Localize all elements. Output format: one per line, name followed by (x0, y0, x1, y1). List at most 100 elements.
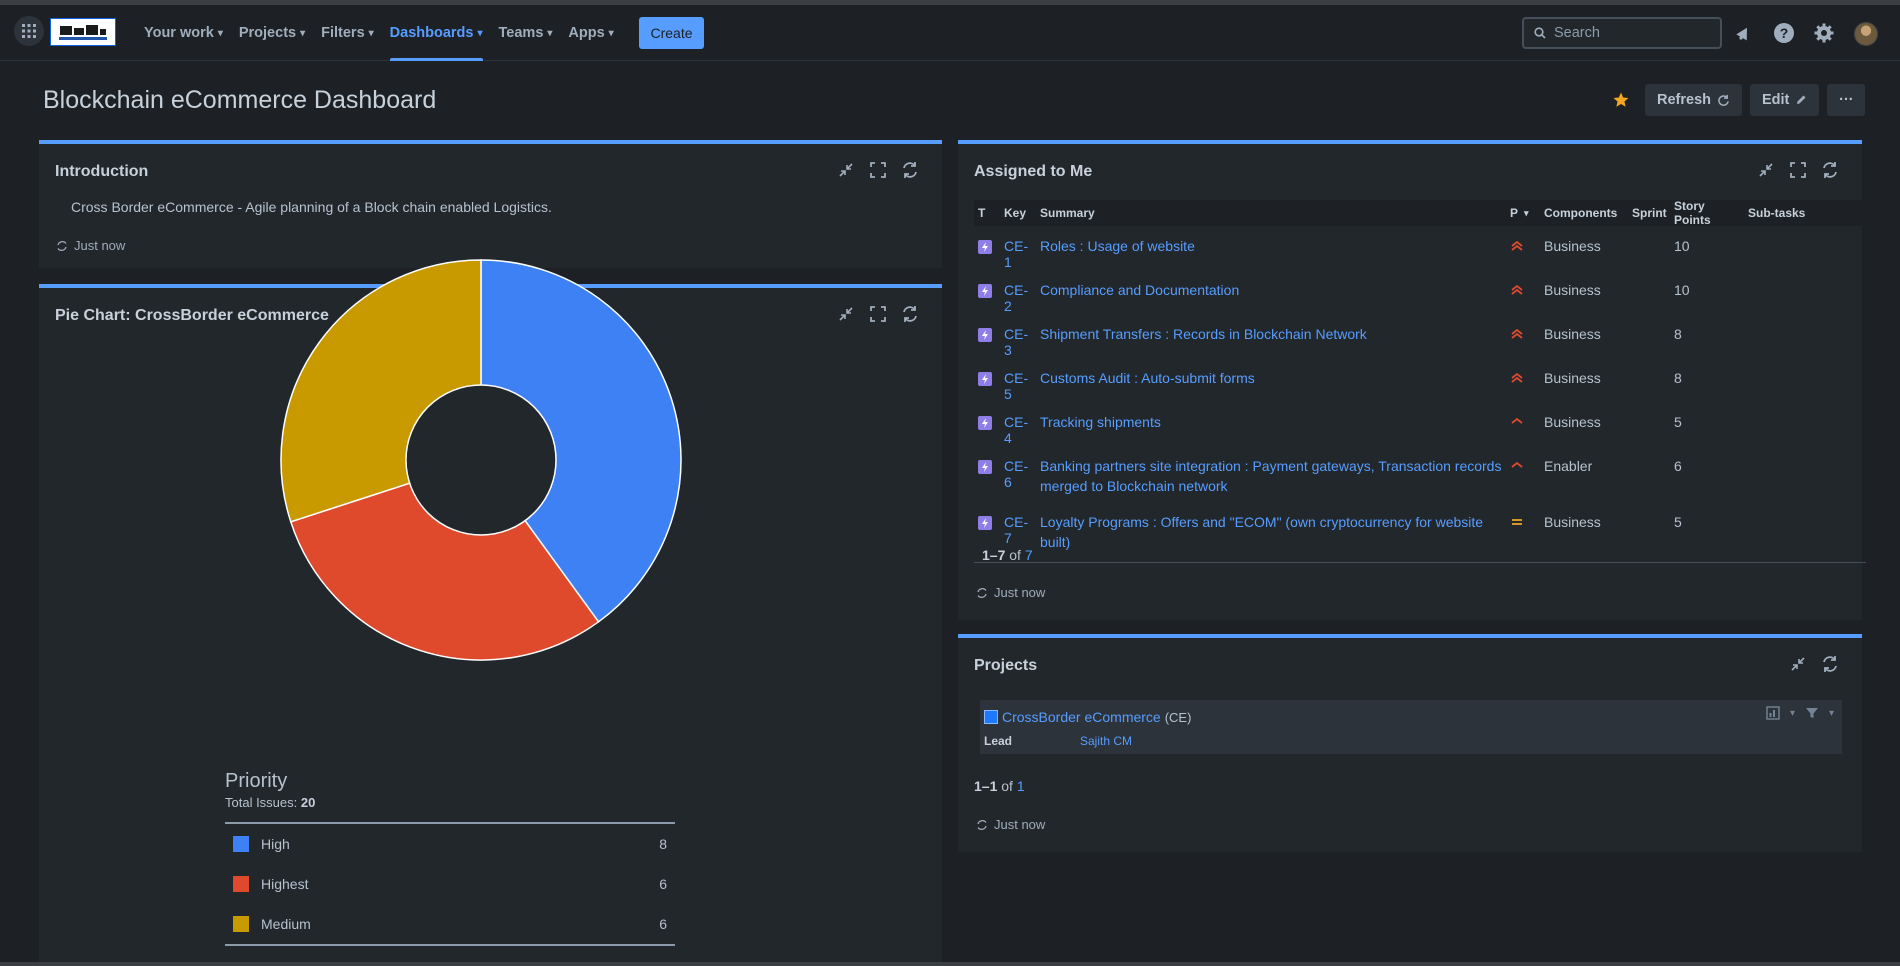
last-refreshed: Just now (56, 238, 125, 253)
issue-key-link[interactable]: CE-6 (1000, 458, 1036, 490)
issue-summary-link[interactable]: Roles : Usage of website (1036, 236, 1506, 256)
chevron-down-icon: ▾ (368, 27, 374, 39)
chevron-down-icon[interactable]: ▾ (1829, 708, 1834, 719)
issue-key-link[interactable]: CE-5 (1000, 370, 1036, 402)
lead-link[interactable]: Sajith CM (1080, 734, 1132, 748)
filter-icon[interactable] (1805, 706, 1819, 720)
column-header[interactable]: T (974, 206, 1000, 220)
table-row[interactable]: CE-4 Tracking shipments Business 5 (974, 402, 1866, 446)
issue-key-link[interactable]: CE-7 (1000, 514, 1036, 546)
column-header[interactable]: Sub-tasks (1744, 206, 1844, 220)
minimize-icon[interactable] (1788, 654, 1808, 674)
star-icon[interactable] (1605, 84, 1637, 116)
minimize-icon[interactable] (1756, 160, 1776, 180)
updated-text: Just now (74, 238, 126, 253)
issue-key-link[interactable]: CE-4 (1000, 414, 1036, 446)
search-box[interactable] (1522, 17, 1722, 49)
table-row[interactable]: CE-6 Banking partners site integration : … (974, 446, 1866, 502)
top-navigation: Your work ▾ Projects ▾ Filters ▾ Dashboards… (0, 5, 1900, 61)
table-row[interactable]: CE-3 Shipment Transfers : Records in Bloc… (974, 314, 1866, 358)
nav-teams[interactable]: Teams ▾ (491, 5, 561, 61)
column-header[interactable]: Summary (1036, 206, 1506, 220)
column-header[interactable]: Sprint (1628, 206, 1670, 220)
refresh-icon[interactable] (1820, 654, 1840, 674)
nav-filters[interactable]: Filters ▾ (313, 5, 382, 61)
issue-summary-link[interactable]: Shipment Transfers : Records in Blockcha… (1036, 324, 1506, 344)
issue-summary-link[interactable]: Compliance and Documentation (1036, 280, 1506, 300)
project-avatar-icon (984, 710, 998, 724)
refresh-icon[interactable] (1820, 160, 1840, 180)
component-cell: Business (1544, 326, 1601, 342)
settings-icon[interactable] (1812, 21, 1836, 45)
avatar[interactable] (1854, 22, 1878, 46)
sort-chevron-icon: ▾ (1524, 207, 1529, 218)
priority-highest-icon (1506, 326, 1540, 344)
issue-summary-link[interactable]: Tracking shipments (1036, 412, 1506, 432)
refresh-icon[interactable] (900, 304, 920, 324)
nav-your-work[interactable]: Your work ▾ (136, 5, 231, 61)
more-actions-button[interactable]: ··· (1827, 84, 1866, 116)
create-button[interactable]: Create (639, 17, 704, 49)
column-header[interactable]: Key (1000, 206, 1036, 220)
issue-summary-link[interactable]: Loyalty Programs : Offers and "ECOM" (ow… (1036, 512, 1506, 552)
legend-row-highest[interactable]: Highest 6 (225, 864, 675, 904)
issue-summary-link[interactable]: Customs Audit : Auto-submit forms (1036, 368, 1506, 388)
refresh-button[interactable]: Refresh (1645, 84, 1742, 116)
column-header[interactable]: Components (1540, 206, 1628, 220)
story-points-cell: 10 (1674, 282, 1690, 298)
story-points-cell: 10 (1674, 238, 1690, 254)
nav-dashboards[interactable]: Dashboards ▾ (382, 5, 491, 61)
chevron-down-icon: ▾ (300, 27, 306, 39)
pie-hole (405, 384, 557, 536)
legend-row-high[interactable]: High 8 (225, 824, 675, 864)
lead-label: Lead (984, 734, 1013, 748)
column-header-priority[interactable]: P ▾ (1506, 206, 1540, 220)
search-input[interactable] (1554, 25, 1704, 41)
minimize-icon[interactable] (836, 304, 856, 324)
notifications-icon[interactable] (1732, 21, 1756, 45)
story-bolt-icon (978, 516, 992, 530)
refresh-small-icon (977, 819, 987, 830)
column-header[interactable]: Story Points (1670, 199, 1744, 227)
help-icon[interactable]: ? (1772, 21, 1796, 45)
minimize-icon[interactable] (836, 160, 856, 180)
issue-key-link[interactable]: CE-3 (1000, 326, 1036, 358)
refresh-icon[interactable] (900, 160, 920, 180)
issue-summary-link[interactable]: Banking partners site integration : Paym… (1036, 456, 1506, 496)
priority-highest-icon (1506, 238, 1540, 256)
nav-apps[interactable]: Apps ▾ (560, 5, 621, 61)
project-link[interactable]: CrossBorder eCommerce (1002, 709, 1161, 725)
legend-row-medium[interactable]: Medium 6 (225, 904, 675, 944)
chart-icon[interactable] (1766, 706, 1780, 720)
legend-swatch (233, 836, 249, 852)
priority-highest-icon (1506, 370, 1540, 388)
table-row[interactable]: CE-1 Roles : Usage of website Business 10 (974, 226, 1866, 270)
maximize-icon[interactable] (868, 160, 888, 180)
pencil-icon (1797, 95, 1806, 104)
window-bottom-border (0, 962, 1900, 966)
issue-type-cell (974, 514, 1000, 531)
project-tools: ▾ ▾ (1766, 706, 1834, 720)
table-row[interactable]: CE-5 Customs Audit : Auto-submit forms Bus… (974, 358, 1866, 402)
site-logo[interactable] (50, 18, 116, 46)
table-row[interactable]: CE-7 Loyalty Programs : Offers and "ECOM"… (974, 502, 1866, 558)
table-row[interactable]: CE-2 Compliance and Documentation Business… (974, 270, 1866, 314)
app-switcher-icon[interactable] (14, 16, 44, 46)
table-divider (974, 562, 1866, 563)
edit-button[interactable]: Edit (1750, 84, 1820, 116)
story-points-cell: 5 (1674, 414, 1682, 430)
last-refreshed: Just now (976, 585, 1045, 600)
story-bolt-icon (978, 284, 992, 298)
pager-of: of (1009, 547, 1021, 563)
priority-highest-icon (1506, 282, 1540, 300)
story-bolt-icon (978, 372, 992, 386)
issue-key-link[interactable]: CE-1 (1000, 238, 1036, 270)
pager-total-link[interactable]: 1 (1017, 778, 1025, 794)
story-points-cell: 5 (1674, 514, 1682, 530)
pager-total-link[interactable]: 7 (1025, 547, 1033, 563)
nav-projects[interactable]: Projects ▾ (231, 5, 313, 61)
chevron-down-icon[interactable]: ▾ (1790, 708, 1795, 719)
maximize-icon[interactable] (1788, 160, 1808, 180)
maximize-icon[interactable] (868, 304, 888, 324)
issue-key-link[interactable]: CE-2 (1000, 282, 1036, 314)
